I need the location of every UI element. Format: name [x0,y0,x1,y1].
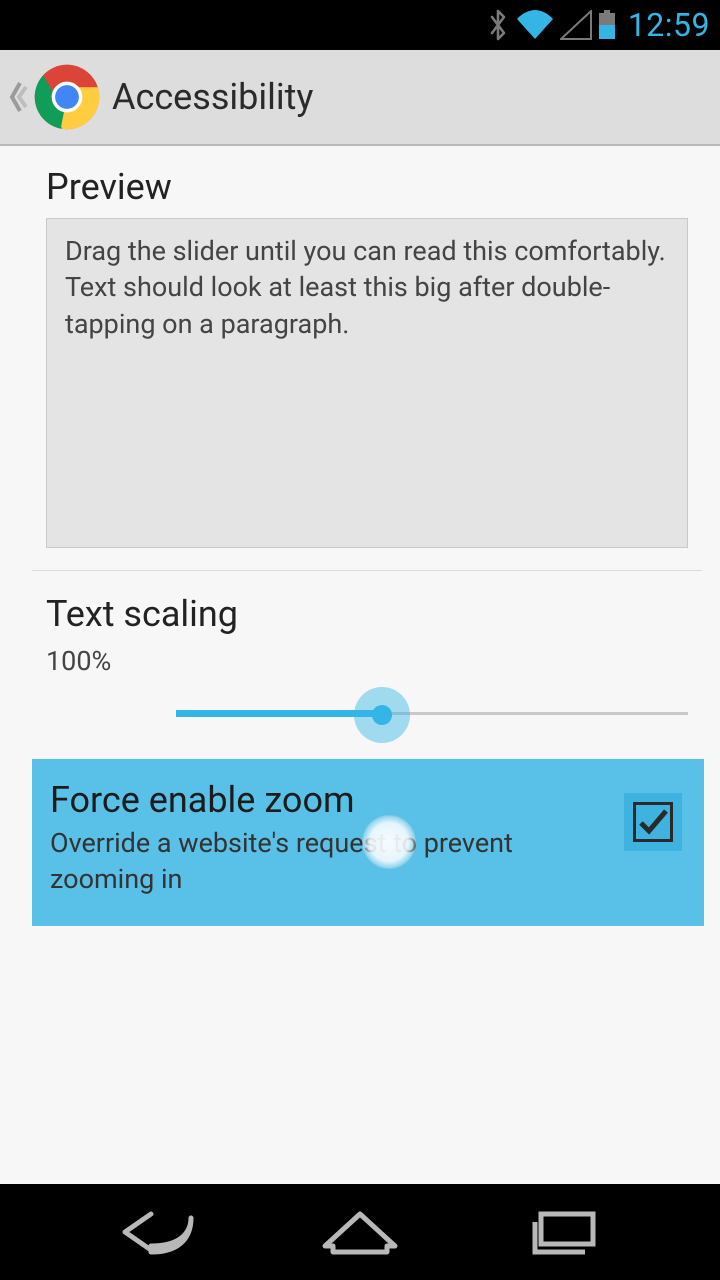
preview-section: Preview Drag the slider until you can re… [0,146,720,548]
preview-heading: Preview [46,166,688,208]
app-header[interactable]: Accessibility [0,50,720,146]
cell-signal-icon [560,10,592,40]
nav-home-button[interactable] [317,1206,403,1258]
slider-thumb-icon [372,705,392,725]
chrome-logo-icon [32,62,102,132]
text-scaling-value: 100% [46,645,688,677]
force-enable-zoom-text: Force enable zoom Override a website's r… [50,779,624,898]
status-icons [486,8,616,42]
force-enable-zoom-row[interactable]: Force enable zoom Override a website's r… [32,759,704,926]
text-scaling-heading: Text scaling [46,593,688,635]
status-bar: 12:59 [0,0,720,50]
checkbox-inner [633,802,673,842]
page-title: Accessibility [112,76,313,118]
checkmark-icon [636,805,670,839]
wifi-icon [516,10,554,40]
preview-box: Drag the slider until you can read this … [46,218,688,548]
force-enable-zoom-subtitle: Override a website's request to prevent … [50,825,608,898]
status-clock: 12:59 [628,6,710,44]
system-nav-bar [0,1184,720,1280]
text-scaling-slider[interactable] [46,683,688,743]
battery-icon [598,10,616,40]
nav-back-button[interactable] [117,1206,203,1258]
slider-fill [176,710,380,717]
force-enable-zoom-checkbox[interactable] [624,793,682,851]
force-enable-zoom-title: Force enable zoom [50,779,608,821]
content: Preview Drag the slider until you can re… [0,146,720,1184]
bluetooth-icon [486,8,510,42]
preview-text: Drag the slider until you can read this … [65,235,666,340]
nav-recent-button[interactable] [517,1206,603,1258]
back-chevron-icon [6,73,28,121]
text-scaling-section: Text scaling 100% [0,571,720,743]
